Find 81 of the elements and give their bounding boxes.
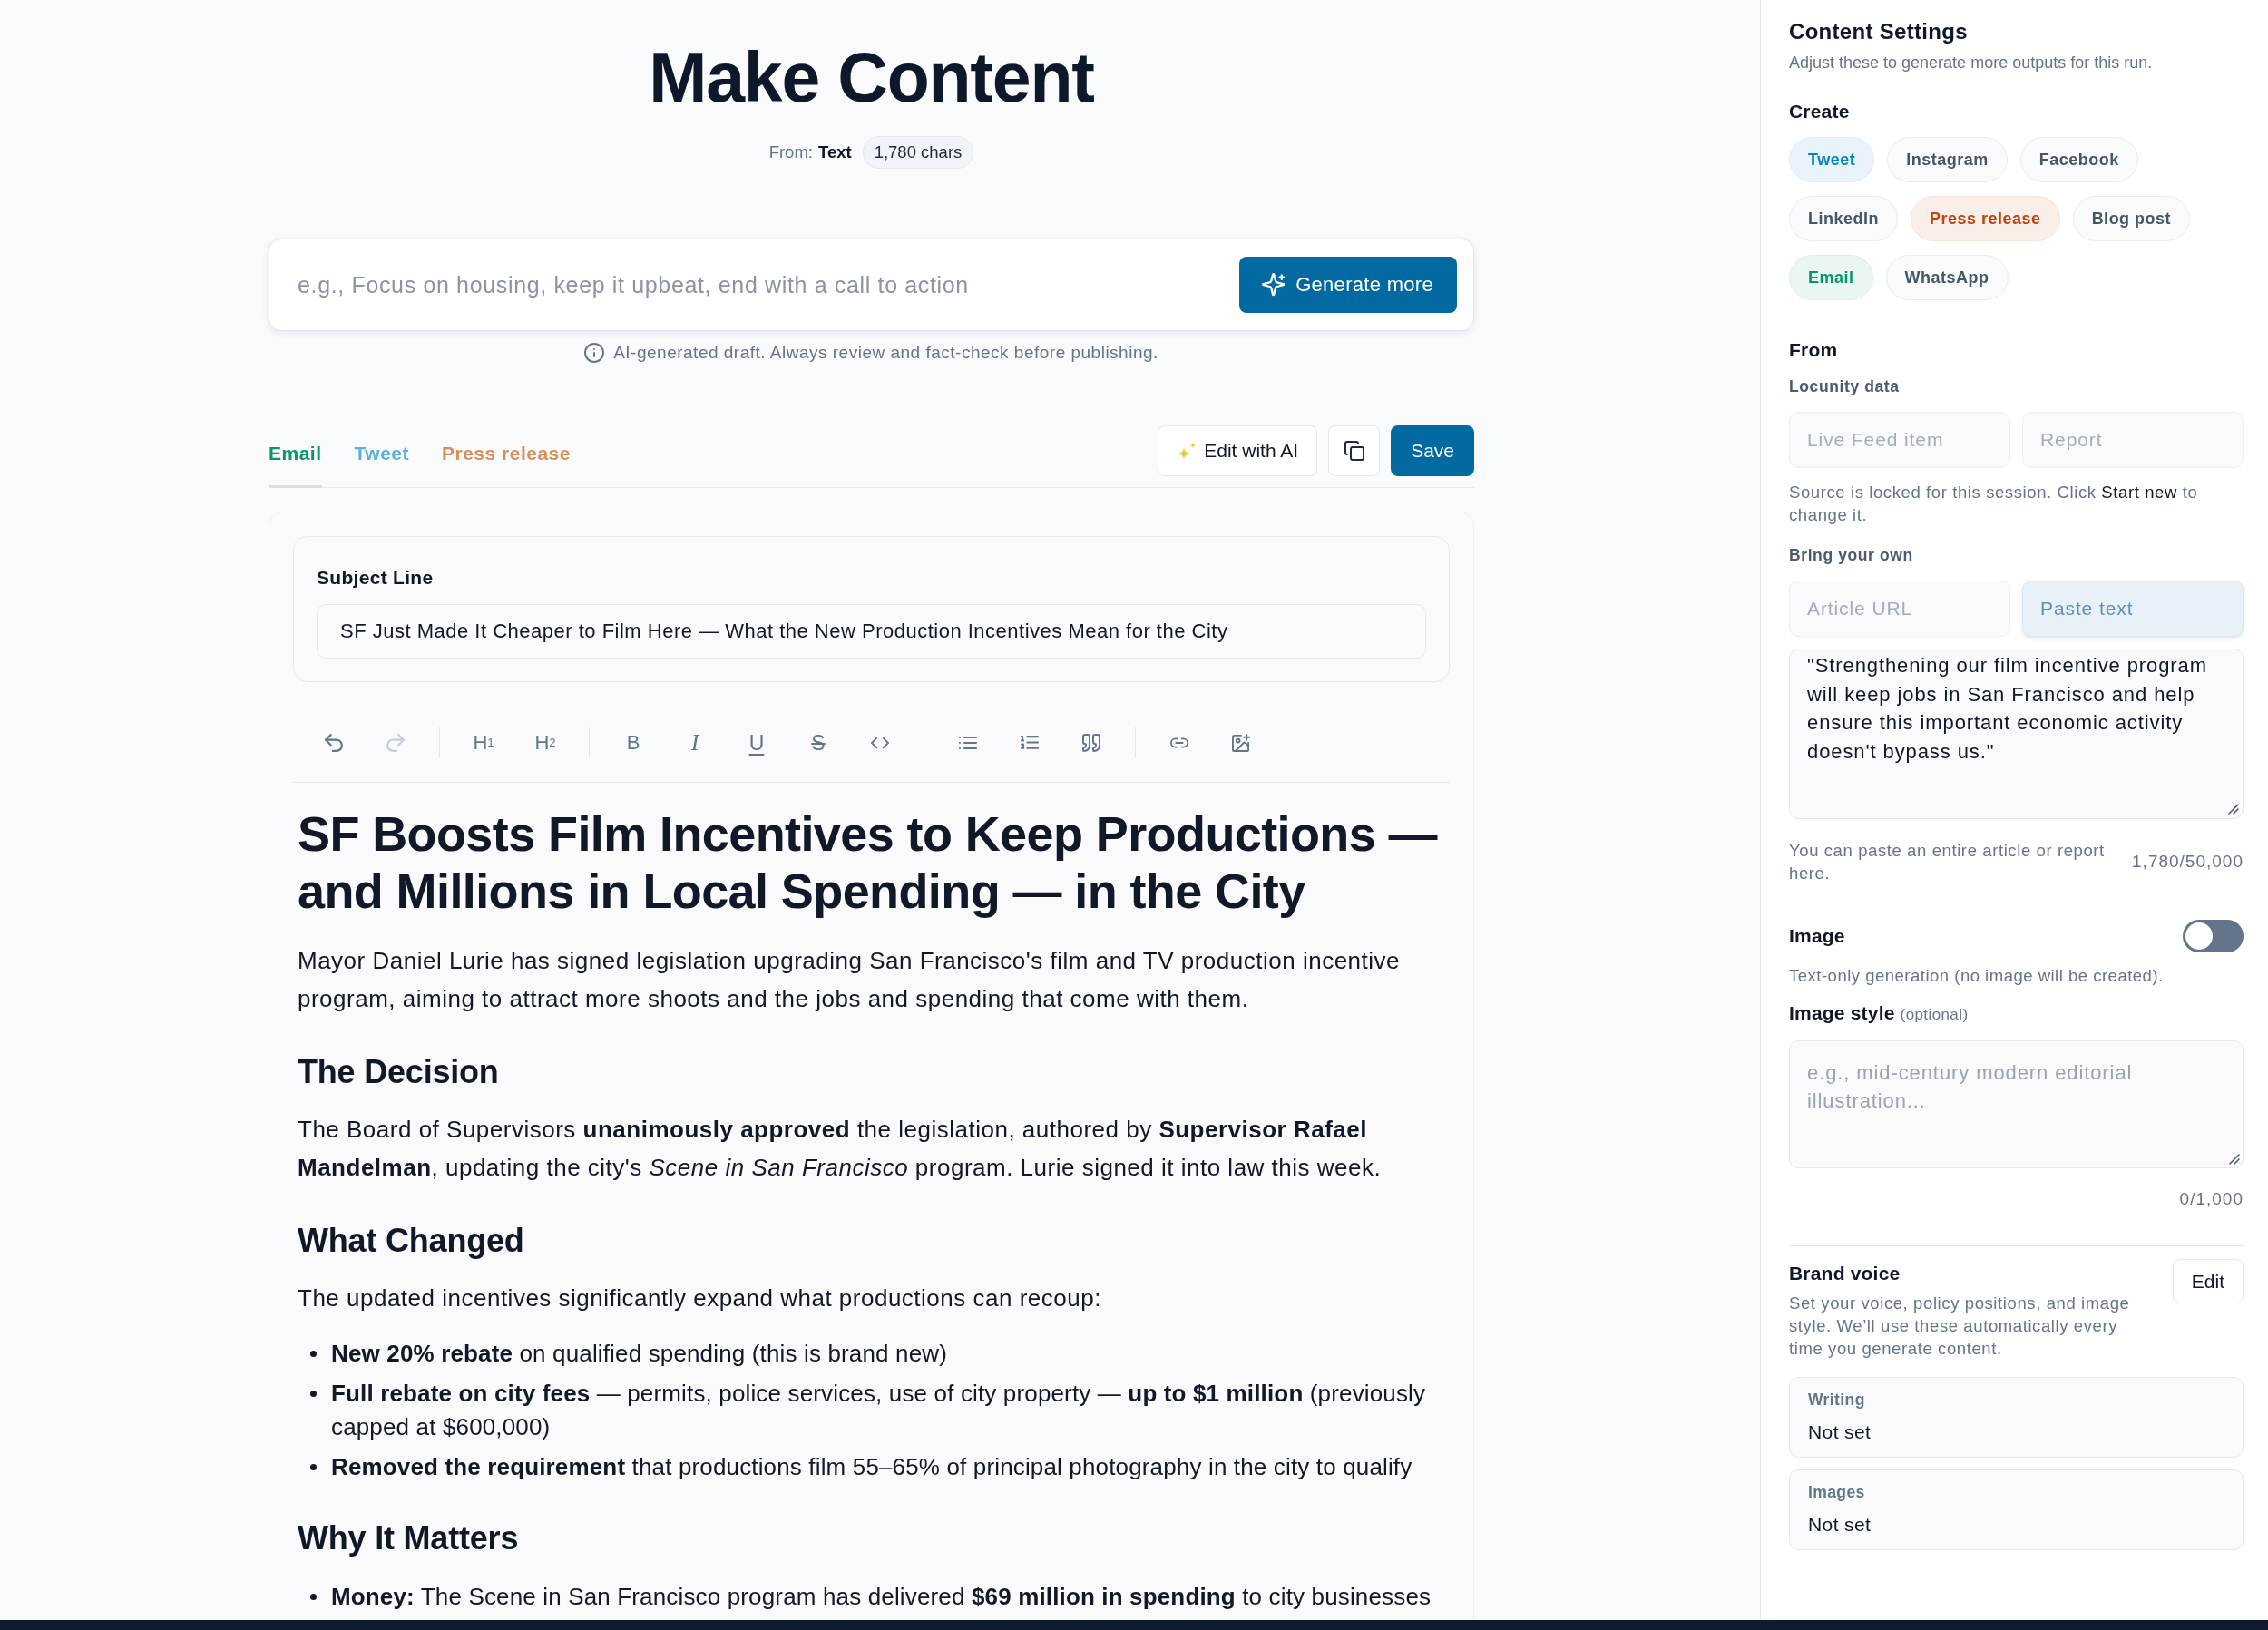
section-heading: What Changed bbox=[298, 1221, 525, 1261]
field-label: Bring your own bbox=[1789, 545, 1914, 566]
char-counter: 0/1,000 bbox=[2178, 1188, 2244, 1210]
source-option[interactable]: Paste text bbox=[2022, 581, 2244, 637]
section-heading: Create bbox=[1789, 100, 1851, 123]
field-label: Locunity data bbox=[1789, 376, 1901, 397]
format-chip[interactable]: LinkedIn bbox=[1789, 196, 1898, 241]
toggle-switch[interactable] bbox=[2183, 919, 2244, 952]
bullet-icon bbox=[310, 1391, 317, 1397]
list-item: Full rebate on city fees — permits, police services, use of city property — up to $1 million (previously capped at $600,000) bbox=[331, 1379, 1427, 1442]
prompt-input[interactable]: e.g., Focus on housing, keep it upbeat, end with a call to action bbox=[298, 265, 1226, 305]
info-icon bbox=[584, 343, 605, 363]
style-field[interactable]: e.g., mid-century modern editorial illustration... bbox=[1789, 1040, 2244, 1168]
card-label: Images bbox=[1808, 1482, 1866, 1502]
list-item: New 20% rebate on qualified spending (this is brand new) bbox=[331, 1339, 947, 1369]
undo-icon bbox=[325, 734, 343, 752]
prompt-field[interactable]: e.g., Focus on housing, keep it upbeat, end with a call to action Generate more bbox=[269, 239, 1474, 331]
edit-ai-button[interactable]: Edit with AI bbox=[1158, 425, 1318, 476]
numbered-list-icon bbox=[1021, 734, 1039, 752]
format-chip[interactable]: Instagram bbox=[1887, 137, 2008, 182]
bullet-icon bbox=[310, 1464, 317, 1470]
article-title: SF Boosts Film Incentives to Keep Productions — and Millions in Local Spending — in the City bbox=[298, 805, 1439, 920]
format-chip[interactable]: Facebook bbox=[2019, 137, 2138, 182]
redo-icon bbox=[386, 734, 405, 752]
card-label: Writing bbox=[1808, 1390, 1866, 1410]
source-note: Source is locked for this session. Click Start new to change it. bbox=[1789, 482, 2199, 526]
format-chip[interactable]: WhatsApp bbox=[1885, 255, 2009, 300]
sparkles-icon bbox=[1177, 441, 1198, 461]
format-chip[interactable]: Tweet bbox=[1789, 137, 1875, 182]
field-label: Subject Line bbox=[317, 566, 435, 590]
helper-text: Set your voice, policy positions, and image style. We’ll use these automatically every time you generate content. bbox=[1789, 1293, 2131, 1360]
paste-text-field[interactable]: "Strengthening our film incentive program will keep jobs in San Francisco and help ensure this important economic activity doesn't bypass us." bbox=[1789, 649, 2244, 819]
paragraph: Mayor Daniel Lurie has signed legislation upgrading San Francisco's film and TV production incentive program, aiming to attract more shoots and the jobs and spending that come with them. bbox=[298, 946, 1401, 1014]
tab[interactable]: Press release bbox=[442, 442, 571, 488]
section-heading: From bbox=[1789, 338, 1839, 362]
resize-handle-icon bbox=[2228, 804, 2239, 815]
format-chip[interactable]: Blog post bbox=[2072, 196, 2191, 241]
copy-icon bbox=[1344, 441, 1364, 461]
tab[interactable]: Tweet bbox=[354, 442, 409, 488]
format-chip[interactable]: Press release bbox=[1911, 196, 2060, 241]
bold-button[interactable]: B bbox=[611, 721, 655, 765]
field-label: Image style bbox=[1789, 1002, 1895, 1023]
sparkles-icon bbox=[1263, 274, 1286, 296]
format-chip[interactable]: Email bbox=[1789, 255, 1873, 300]
char-counter: 1,780/50,000 bbox=[2132, 851, 2244, 873]
copy-button[interactable] bbox=[1328, 425, 1381, 476]
section-heading: The Decision bbox=[298, 1052, 500, 1092]
helper-text: Text-only generation (no image will be created). bbox=[1789, 965, 2165, 987]
underline-button[interactable]: U bbox=[735, 721, 778, 765]
bullet-icon bbox=[310, 1594, 317, 1600]
paragraph: The updated incentives significantly expand what productions can recoup: bbox=[298, 1284, 1102, 1313]
section-heading: Image bbox=[1789, 923, 1845, 948]
start-new-link[interactable]: Start new bbox=[2101, 483, 2177, 502]
paragraph: The Board of Supervisors unanimously approved the legislation, authored by Supervisor Rafael Mandelman, updating the city's Scene in San Francisco program. Lurie signed it into law this week. bbox=[298, 1115, 1383, 1183]
list-item: Money: The Scene in San Francisco program has delivered $69 million in spending to city businesses bbox=[331, 1582, 1432, 1612]
helper-text: You can paste an entire article or report here. bbox=[1789, 840, 2106, 884]
panel-subtitle: Adjust these to generate more outputs for this run. bbox=[1789, 53, 2154, 73]
source-value: Text bbox=[817, 142, 852, 162]
source-label: From: bbox=[768, 142, 813, 162]
page-title: Make Content bbox=[648, 37, 1095, 117]
card-value: Not set bbox=[1808, 1420, 1872, 1444]
section-heading: Brand voice bbox=[1789, 1262, 1901, 1285]
quote-icon bbox=[1082, 734, 1100, 752]
disclaimer-text: AI-generated draft. Always review and fact-check before publishing. bbox=[613, 343, 1158, 363]
bullet-icon bbox=[310, 1351, 317, 1357]
resize-handle-icon bbox=[2229, 1154, 2240, 1165]
image-add-icon bbox=[1232, 734, 1250, 752]
char-count: 1,780 chars bbox=[862, 135, 974, 169]
italic-button[interactable]: I bbox=[673, 721, 717, 765]
edit-button[interactable]: Edit bbox=[2172, 1259, 2244, 1303]
card-value: Not set bbox=[1808, 1513, 1872, 1537]
optional-hint: (optional) bbox=[1900, 1006, 1969, 1023]
list-item: Removed the requirement that productions film 55–65% of principal photography in the city to qualify bbox=[331, 1452, 1413, 1482]
generate-button[interactable]: Generate more bbox=[1239, 257, 1457, 313]
panel-title: Content Settings bbox=[1789, 18, 1969, 45]
bullet-list-icon bbox=[959, 734, 977, 752]
subject-field[interactable]: SF Just Made It Cheaper to Film Here — What the New Production Incentives Mean for the City bbox=[317, 604, 1426, 659]
tab[interactable]: Email bbox=[269, 442, 322, 488]
save-button[interactable]: Save bbox=[1391, 425, 1474, 476]
section-heading: Why It Matters bbox=[298, 1518, 520, 1558]
strikethrough-button[interactable]: S bbox=[797, 721, 840, 765]
